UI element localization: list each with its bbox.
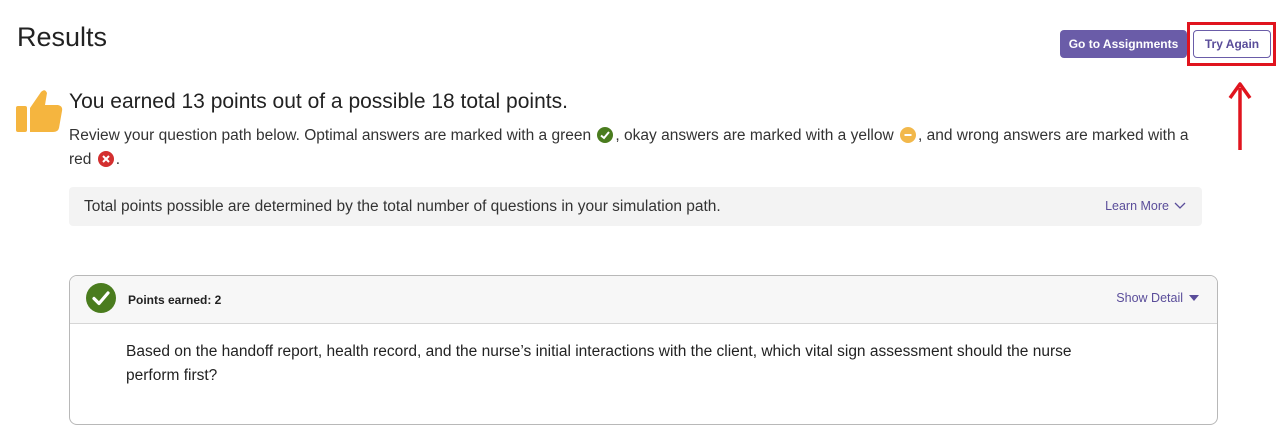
points-earned-label: Points earned: 2 — [128, 293, 222, 307]
review-text-part4: . — [115, 151, 121, 168]
annotation-arrow-up-icon — [1228, 82, 1252, 150]
points-info-text: Total points possible are determined by … — [84, 198, 721, 215]
question-card-header: Points earned: 2 Show Detail — [70, 276, 1217, 324]
page-title: Results — [17, 22, 108, 52]
check-circle-icon — [86, 283, 116, 313]
learn-more-label: Learn More — [1105, 199, 1169, 213]
points-info-bar: Total points possible are determined by … — [69, 187, 1202, 226]
review-text-part2: , okay answers are marked with a yellow — [615, 127, 894, 144]
thumbs-up-icon — [16, 90, 63, 132]
minus-circle-icon — [900, 127, 916, 143]
review-instructions: Review your question path below. Optimal… — [69, 124, 1209, 172]
review-text-part1: Review your question path below. Optimal… — [69, 127, 592, 144]
annotation-highlight-box — [1187, 22, 1276, 66]
question-result-card: Points earned: 2 Show Detail Based on th… — [69, 275, 1218, 425]
question-text: Based on the handoff report, health reco… — [126, 343, 1072, 384]
show-detail-toggle[interactable]: Show Detail — [1116, 291, 1199, 305]
learn-more-toggle[interactable]: Learn More — [1105, 199, 1186, 213]
go-to-assignments-button[interactable]: Go to Assignments — [1060, 30, 1187, 58]
chevron-down-icon — [1174, 202, 1186, 209]
x-circle-icon — [97, 151, 114, 167]
caret-down-icon — [1189, 295, 1199, 301]
points-summary-headline: You earned 13 points out of a possible 1… — [69, 90, 568, 113]
show-detail-label: Show Detail — [1116, 291, 1183, 305]
check-circle-icon — [597, 127, 614, 143]
